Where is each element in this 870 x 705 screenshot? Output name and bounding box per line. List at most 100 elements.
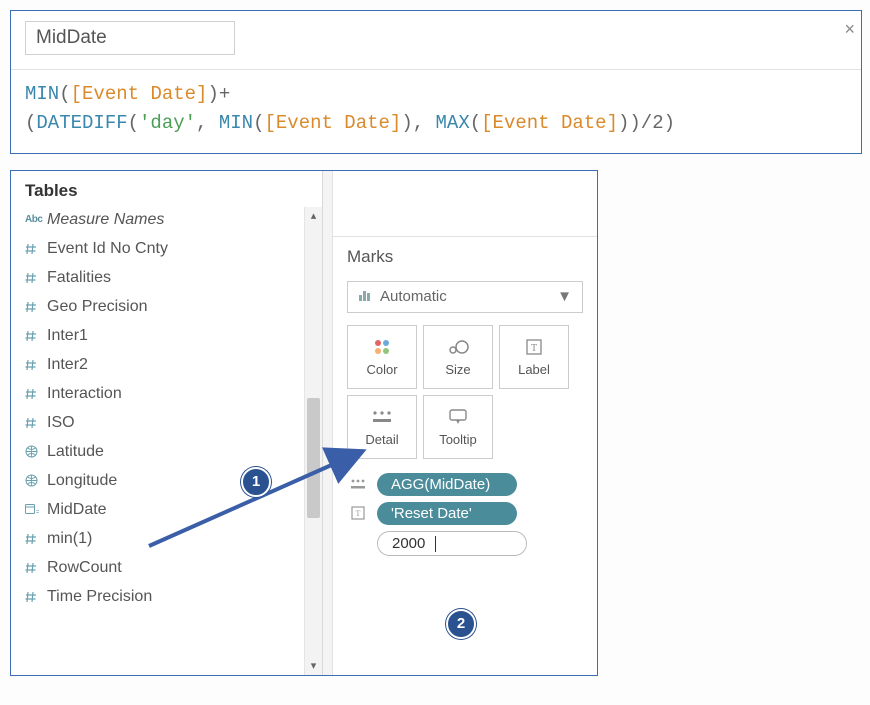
datecalc-icon: = (25, 503, 47, 516)
field-row[interactable]: Interaction (25, 381, 316, 410)
field-row[interactable]: AbcMeasure Names (25, 207, 316, 236)
field-row[interactable]: Event Id No Cnty (25, 236, 316, 265)
tooltip-icon (448, 406, 468, 428)
pill-agg-middate[interactable]: AGG(MidDate) (377, 473, 517, 496)
field-label: Fatalities (47, 266, 316, 290)
hash-icon (25, 417, 47, 429)
marks-size-button[interactable]: Size (423, 325, 493, 389)
field-row[interactable]: Fatalities (25, 265, 316, 294)
field-row[interactable]: Inter1 (25, 323, 316, 352)
hash-icon (25, 591, 47, 603)
field-label: Latitude (47, 440, 316, 464)
scroll-thumb[interactable] (307, 398, 320, 518)
marks-detail-button[interactable]: Detail (347, 395, 417, 459)
marks-type-dropdown[interactable]: Automatic ▼ (347, 281, 583, 313)
field-row[interactable]: ISO (25, 410, 316, 439)
formula-token-fn: DATEDIFF (36, 112, 127, 134)
field-label: Measure Names (47, 208, 316, 232)
formula-token-fld: [Event Date] (264, 112, 401, 134)
marks-title: Marks (347, 247, 583, 267)
formula-token-punc: ), (401, 112, 435, 134)
field-row[interactable]: Latitude (25, 439, 316, 468)
field-label: Geo Precision (47, 295, 316, 319)
svg-text:T: T (356, 509, 361, 518)
field-row[interactable]: Time Precision (25, 584, 316, 613)
field-label: Event Id No Cnty (47, 237, 316, 261)
scrollbar[interactable]: ▴ ▾ (304, 207, 322, 675)
field-label: RowCount (47, 556, 316, 580)
size-icon (447, 336, 469, 358)
formula-token-fn: MAX (436, 112, 470, 134)
formula-token-punc: ( (25, 112, 36, 134)
hash-icon (25, 359, 47, 371)
label-shelf-input-row[interactable] (347, 531, 583, 556)
pane-divider[interactable] (323, 171, 333, 675)
formula-token-fld: [Event Date] (71, 83, 208, 105)
callout-badge-1: 1 (241, 467, 271, 497)
formula-token-str: 'day' (139, 112, 196, 134)
field-row[interactable]: RowCount (25, 555, 316, 584)
pill-text-input[interactable] (377, 531, 527, 556)
field-row[interactable]: Longitude (25, 468, 316, 497)
formula-token-punc: ( (128, 112, 139, 134)
formula-token-punc: ( (253, 112, 264, 134)
abc-icon: Abc (25, 208, 47, 232)
marks-type-label: Automatic (380, 288, 447, 305)
calculated-field-editor: × MIN([Event Date])+(DATEDIFF('day', MIN… (10, 10, 862, 154)
formula-token-punc: , (196, 112, 219, 134)
data-pane: Tables AbcMeasure NamesEvent Id No CntyF… (11, 171, 323, 675)
field-row[interactable]: Inter2 (25, 352, 316, 381)
chevron-down-icon: ▼ (557, 288, 572, 305)
formula-token-num: 2 (652, 112, 663, 134)
marks-label-button[interactable]: T Label (499, 325, 569, 389)
tables-header: Tables (11, 177, 322, 207)
marks-tooltip-button[interactable]: Tooltip (423, 395, 493, 459)
field-label: Inter2 (47, 353, 316, 377)
detail-shelf-pill-row[interactable]: AGG(MidDate) (347, 473, 583, 496)
field-label: Interaction (47, 382, 316, 406)
hash-icon (25, 562, 47, 574)
close-icon[interactable]: × (844, 19, 855, 40)
label-shelf-pill-row[interactable]: T 'Reset Date' (347, 502, 583, 525)
detail-shelf-icon (347, 478, 369, 490)
field-label: Time Precision (47, 585, 316, 609)
hash-icon (25, 301, 47, 313)
formula-token-punc: ))/ (618, 112, 652, 134)
shelf-area-blank (333, 171, 597, 237)
data-list-scroll: AbcMeasure NamesEvent Id No CntyFataliti… (11, 207, 322, 675)
field-label: Inter1 (47, 324, 316, 348)
globe-icon (25, 445, 47, 458)
hash-icon (25, 533, 47, 545)
formula-token-punc: ( (470, 112, 481, 134)
globe-icon (25, 474, 47, 487)
field-label: ISO (47, 411, 316, 435)
callout-badge-2: 2 (446, 609, 476, 639)
hash-icon (25, 388, 47, 400)
field-label: Longitude (47, 469, 316, 493)
pill-reset-date[interactable]: 'Reset Date' (377, 502, 517, 525)
field-label: min(1) (47, 527, 316, 551)
field-row[interactable]: min(1) (25, 526, 316, 555)
formula-token-punc: ( (59, 83, 70, 105)
field-label: MidDate (47, 498, 316, 522)
formula-token-punc: ) (664, 112, 675, 134)
field-row[interactable]: Geo Precision (25, 294, 316, 323)
calc-field-name-input[interactable] (25, 21, 235, 55)
formula-token-fn: MIN (25, 83, 59, 105)
formula-token-fn: MIN (219, 112, 253, 134)
workspace-panel: Tables AbcMeasure NamesEvent Id No CntyF… (10, 170, 598, 676)
formula-token-punc: )+ (207, 83, 230, 105)
svg-text:T: T (531, 343, 537, 354)
scroll-down-icon[interactable]: ▾ (305, 657, 322, 675)
detail-icon (371, 406, 393, 428)
bar-chart-icon (358, 288, 372, 305)
hash-icon (25, 272, 47, 284)
svg-text:=: = (36, 509, 39, 516)
field-row[interactable]: = MidDate (25, 497, 316, 526)
marks-pane: Marks Automatic ▼ (333, 171, 597, 675)
marks-color-button[interactable]: Color (347, 325, 417, 389)
text-caret (435, 536, 436, 552)
color-palette-icon (372, 336, 392, 358)
calc-formula-body[interactable]: MIN([Event Date])+(DATEDIFF('day', MIN([… (25, 80, 847, 145)
scroll-up-icon[interactable]: ▴ (305, 207, 322, 225)
